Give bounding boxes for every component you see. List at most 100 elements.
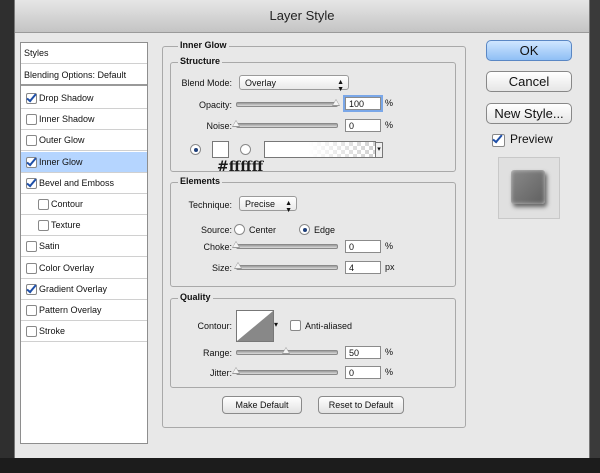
choke-unit: % bbox=[385, 241, 394, 251]
choke-input[interactable]: 0 bbox=[345, 240, 381, 253]
background-bottom bbox=[0, 458, 600, 473]
select-arrows-icon: ▲ ▼ bbox=[337, 79, 344, 93]
glow-color-swatch[interactable] bbox=[212, 141, 229, 158]
style-item-label: Stroke bbox=[39, 326, 66, 337]
style-item[interactable]: Color Overlay bbox=[21, 258, 147, 279]
style-item-label: Contour bbox=[51, 199, 84, 209]
background-left bbox=[0, 0, 15, 473]
reset-to-default-button[interactable]: Reset to Default bbox=[318, 396, 404, 414]
blend-mode-select[interactable]: Overlay ▲ ▼ bbox=[239, 75, 349, 93]
jitter-unit: % bbox=[385, 367, 394, 377]
style-item[interactable]: Gradient Overlay bbox=[21, 279, 147, 300]
blending-options-item[interactable]: Blending Options: Default bbox=[21, 65, 147, 86]
range-label: Range: bbox=[202, 348, 232, 358]
style-item-checkbox[interactable] bbox=[26, 262, 37, 274]
style-item-checkbox[interactable] bbox=[26, 305, 37, 316]
style-item[interactable]: Contour bbox=[21, 194, 147, 215]
cancel-button[interactable]: Cancel bbox=[486, 71, 572, 92]
noise-slider[interactable] bbox=[236, 123, 338, 128]
window-title: Layer Style bbox=[15, 0, 589, 33]
make-default-button[interactable]: Make Default bbox=[222, 396, 302, 414]
style-item-label: Inner Glow bbox=[39, 156, 83, 167]
contour-dropdown-icon[interactable]: ▾ bbox=[274, 320, 278, 329]
style-item[interactable]: Outer Glow bbox=[21, 130, 147, 152]
noise-label: Noise: bbox=[206, 121, 232, 131]
style-item[interactable]: Drop Shadow bbox=[21, 88, 147, 109]
style-item[interactable]: Pattern Overlay bbox=[21, 300, 147, 321]
style-item-label: Color Overlay bbox=[39, 262, 95, 273]
style-item-label: Texture bbox=[51, 220, 81, 231]
linear-contour-icon bbox=[237, 311, 273, 341]
style-item[interactable]: Inner Shadow bbox=[21, 109, 147, 131]
gradient-picker[interactable] bbox=[264, 141, 376, 158]
style-item[interactable]: Inner Glow bbox=[21, 151, 147, 173]
gradient-radio[interactable] bbox=[240, 144, 251, 155]
opacity-input[interactable]: 100 bbox=[345, 97, 381, 110]
styles-header[interactable]: Styles bbox=[21, 43, 147, 64]
preview-checkbox[interactable] bbox=[492, 134, 505, 147]
size-slider[interactable] bbox=[236, 265, 338, 270]
noise-slider-thumb[interactable] bbox=[232, 120, 240, 127]
anti-aliased-label[interactable]: Anti-aliased bbox=[305, 321, 352, 331]
opacity-slider[interactable] bbox=[236, 102, 338, 107]
source-edge-radio[interactable] bbox=[299, 224, 310, 235]
style-item-checkbox[interactable] bbox=[26, 135, 37, 147]
style-item-label: Pattern Overlay bbox=[39, 305, 102, 315]
style-item-checkbox[interactable] bbox=[26, 177, 37, 189]
blend-mode-label: Blend Mode: bbox=[181, 78, 232, 88]
style-item[interactable]: Satin bbox=[21, 236, 147, 258]
jitter-slider[interactable] bbox=[236, 370, 338, 375]
style-item-label: Inner Shadow bbox=[39, 114, 95, 125]
technique-value: Precise bbox=[245, 199, 276, 209]
style-item-label: Satin bbox=[39, 241, 60, 252]
style-item-checkbox[interactable] bbox=[38, 220, 49, 232]
ok-button[interactable]: OK bbox=[486, 40, 572, 61]
new-style-button[interactable]: New Style... bbox=[486, 103, 572, 124]
size-label: Size: bbox=[211, 263, 232, 273]
opacity-slider-thumb[interactable] bbox=[332, 99, 340, 106]
style-item-checkbox[interactable] bbox=[26, 241, 37, 253]
source-center-label[interactable]: Center bbox=[249, 225, 276, 235]
jitter-slider-thumb[interactable] bbox=[232, 367, 240, 374]
technique-select[interactable]: Precise ▲ ▼ bbox=[239, 196, 297, 214]
size-input[interactable]: 4 bbox=[345, 261, 381, 274]
choke-slider-thumb[interactable] bbox=[232, 241, 240, 248]
style-item-label: Gradient Overlay bbox=[39, 283, 108, 294]
style-item[interactable]: Bevel and Emboss bbox=[21, 173, 147, 194]
quality-title: Quality bbox=[178, 292, 213, 302]
jitter-input[interactable]: 0 bbox=[345, 366, 381, 379]
range-input[interactable]: 50 bbox=[345, 346, 381, 359]
style-item-label: Outer Glow bbox=[39, 135, 85, 146]
preview-thumbnail bbox=[498, 157, 560, 219]
gradient-dropdown-icon[interactable]: ▾ bbox=[375, 142, 383, 158]
select-arrows-icon: ▲ ▼ bbox=[285, 200, 292, 214]
noise-input[interactable]: 0 bbox=[345, 119, 381, 132]
noise-unit: % bbox=[385, 120, 394, 130]
style-item[interactable]: Stroke bbox=[21, 321, 147, 343]
style-item-checkbox[interactable] bbox=[26, 326, 37, 338]
opacity-label: Opacity: bbox=[198, 100, 232, 110]
opacity-unit: % bbox=[385, 98, 394, 108]
style-item-checkbox[interactable] bbox=[26, 156, 37, 168]
choke-label: Choke: bbox=[203, 242, 232, 252]
anti-aliased-checkbox[interactable] bbox=[290, 320, 301, 331]
size-slider-thumb[interactable] bbox=[234, 262, 242, 269]
jitter-label: Jitter: bbox=[209, 368, 232, 378]
elements-title: Elements bbox=[178, 176, 223, 186]
style-item-label: Bevel and Emboss bbox=[39, 177, 115, 188]
style-item-checkbox[interactable] bbox=[38, 199, 49, 210]
style-item-checkbox[interactable] bbox=[26, 283, 37, 295]
style-item-checkbox[interactable] bbox=[26, 114, 37, 126]
source-edge-label[interactable]: Edge bbox=[314, 225, 335, 235]
source-center-radio[interactable] bbox=[234, 224, 245, 235]
style-item-checkbox[interactable] bbox=[26, 93, 37, 104]
range-unit: % bbox=[385, 347, 394, 357]
size-unit: px bbox=[385, 262, 395, 272]
preview-label[interactable]: Preview bbox=[510, 132, 553, 146]
style-item[interactable]: Texture bbox=[21, 215, 147, 237]
choke-slider[interactable] bbox=[236, 244, 338, 249]
color-radio[interactable] bbox=[190, 144, 201, 155]
range-slider-thumb[interactable] bbox=[282, 347, 290, 354]
contour-picker[interactable] bbox=[236, 310, 274, 342]
source-label: Source: bbox=[200, 225, 232, 235]
